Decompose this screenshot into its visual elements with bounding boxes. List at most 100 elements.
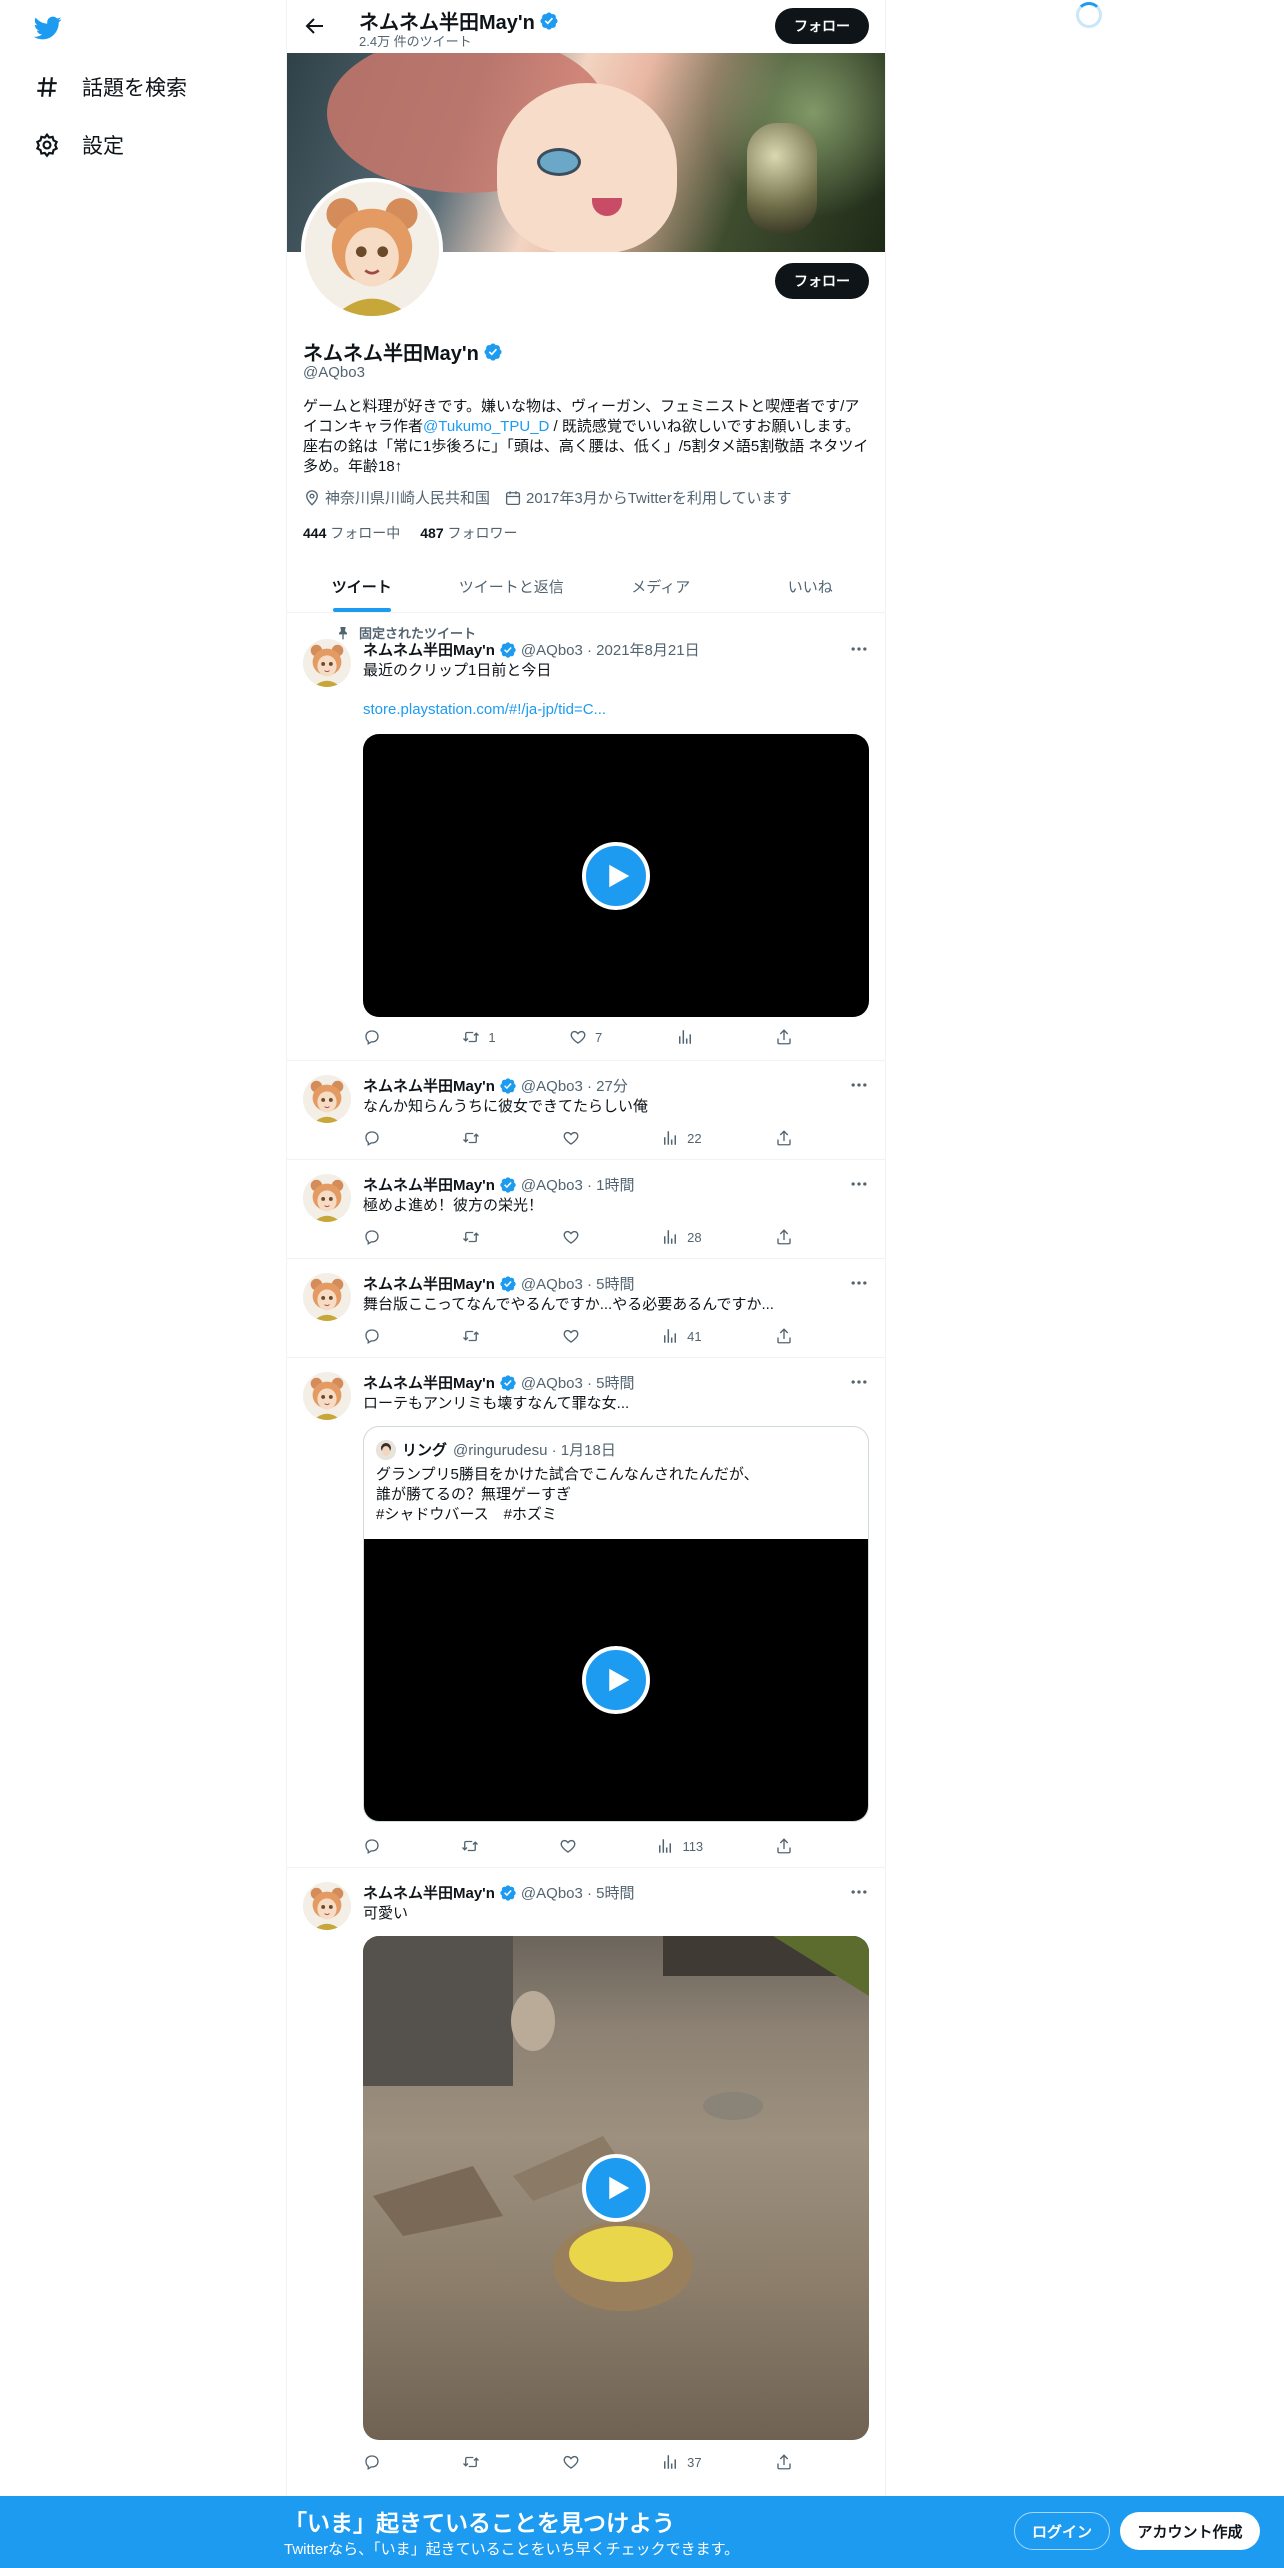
quoted-hashtags[interactable]: #シャドウバース #ホズミ bbox=[376, 1505, 759, 1525]
share-button[interactable] bbox=[775, 1327, 793, 1345]
quoted-video[interactable] bbox=[364, 1539, 868, 1821]
share-button[interactable] bbox=[775, 1028, 793, 1046]
share-icon bbox=[775, 2453, 793, 2471]
tweet-text: なんか知らんうちに彼女できてたらしい俺 bbox=[363, 1098, 649, 1115]
quoted-tweet[interactable]: リング @ringurudesu · 1月18日 グランプリ5勝目をかけた試合で… bbox=[363, 1426, 869, 1822]
share-button[interactable] bbox=[775, 1129, 793, 1147]
location-pin-icon bbox=[306, 489, 318, 506]
more-options-icon[interactable] bbox=[849, 639, 869, 659]
followers-link[interactable]: 487 フォロワー bbox=[420, 523, 517, 543]
profile-name-text: ネムネム半田May'n bbox=[303, 343, 479, 365]
nav-item-settings[interactable]: 設定 bbox=[34, 130, 124, 160]
tweet-avatar[interactable] bbox=[303, 1882, 351, 1930]
reply-button[interactable] bbox=[363, 1129, 389, 1147]
tweet[interactable]: 固定されたツイート ネムネム半田May'n @AQbo3 · 2021年8月21… bbox=[287, 613, 885, 1061]
bio-mention-link[interactable]: @Tukumo_TPU_D bbox=[423, 418, 549, 435]
like-button[interactable] bbox=[559, 1837, 585, 1855]
retweet-icon bbox=[462, 1028, 480, 1046]
share-icon bbox=[775, 1228, 793, 1246]
tweet[interactable]: ネムネム半田May'n @AQbo3 · 5時間 ローテもアンリミも壊すなんて罪… bbox=[287, 1358, 885, 1868]
tweet-author-name[interactable]: ネムネム半田May'n bbox=[363, 1882, 495, 1903]
retweet-button[interactable]: 1 bbox=[462, 1028, 496, 1046]
views-button[interactable]: 113 bbox=[656, 1837, 703, 1855]
tweet-avatar[interactable] bbox=[303, 1174, 351, 1222]
login-button[interactable]: ログイン bbox=[1014, 2512, 1110, 2550]
followers-label: フォロワー bbox=[447, 525, 518, 541]
more-options-icon[interactable] bbox=[849, 1372, 869, 1392]
verified-badge-icon bbox=[499, 1077, 517, 1095]
like-button[interactable]: 7 bbox=[569, 1028, 602, 1046]
following-link[interactable]: 444 フォロー中 bbox=[303, 523, 400, 543]
like-button[interactable] bbox=[562, 1228, 588, 1246]
views-button[interactable] bbox=[676, 1028, 702, 1046]
play-icon bbox=[603, 861, 633, 891]
header-follow-button[interactable]: フォロー bbox=[775, 8, 869, 44]
play-button[interactable] bbox=[582, 841, 650, 910]
nav-item-explore[interactable]: 話題を検索 bbox=[34, 72, 187, 102]
more-options-icon[interactable] bbox=[849, 1075, 869, 1095]
tweet[interactable]: ネムネム半田May'n @AQbo3 · 5時間 可愛い 37 bbox=[287, 1868, 885, 2496]
profile-bio: ゲームと料理が好きです。嫌いな物は、ヴィーガン、フェミニストと喫煙者です/アイコ… bbox=[303, 397, 869, 477]
follow-button[interactable]: フォロー bbox=[775, 263, 869, 299]
tab-media[interactable]: メディア bbox=[586, 560, 736, 612]
tweet-link[interactable]: store.playstation.com/#!/ja-jp/tid=C... bbox=[363, 701, 606, 718]
retweet-button[interactable] bbox=[462, 1228, 488, 1246]
tweet-avatar[interactable] bbox=[303, 1372, 351, 1420]
tweet-video[interactable] bbox=[363, 1936, 869, 2440]
views-count: 37 bbox=[687, 2454, 702, 2470]
reply-button[interactable] bbox=[363, 2453, 389, 2471]
like-button[interactable] bbox=[562, 2453, 588, 2471]
like-button[interactable] bbox=[562, 1327, 588, 1345]
more-options-icon[interactable] bbox=[849, 1174, 869, 1194]
share-icon bbox=[775, 1028, 793, 1046]
tweet-author-name[interactable]: ネムネム半田May'n bbox=[363, 1273, 495, 1294]
tweet-video[interactable] bbox=[363, 734, 869, 1017]
create-account-button[interactable]: アカウント作成 bbox=[1120, 2512, 1260, 2550]
play-button[interactable] bbox=[582, 2154, 650, 2222]
tweet-author-name[interactable]: ネムネム半田May'n bbox=[363, 1075, 495, 1096]
play-button[interactable] bbox=[582, 1646, 650, 1714]
tweet-author-name[interactable]: ネムネム半田May'n bbox=[363, 1174, 495, 1195]
retweet-button[interactable] bbox=[462, 1327, 488, 1345]
views-button[interactable]: 22 bbox=[661, 1129, 702, 1147]
views-icon bbox=[656, 1837, 674, 1855]
tab-likes[interactable]: いいね bbox=[736, 560, 886, 612]
more-options-icon[interactable] bbox=[849, 1273, 869, 1293]
more-options-icon[interactable] bbox=[849, 1882, 869, 1902]
tweet-avatar[interactable] bbox=[303, 639, 351, 687]
play-icon bbox=[603, 2173, 633, 2203]
share-button[interactable] bbox=[775, 2453, 793, 2471]
tweet-avatar[interactable] bbox=[303, 1273, 351, 1321]
profile-meta: 神奈川県川崎人民共和国 2017年3月からTwitterを利用しています bbox=[303, 487, 791, 508]
tweet-author-name[interactable]: ネムネム半田May'n bbox=[363, 639, 495, 660]
profile-avatar[interactable] bbox=[301, 178, 443, 320]
tweet[interactable]: ネムネム半田May'n @AQbo3 · 5時間 舞台版ここってなんでやるんです… bbox=[287, 1259, 885, 1358]
twitter-bird-icon[interactable] bbox=[32, 14, 64, 42]
heart-icon bbox=[569, 1028, 587, 1046]
back-arrow-icon[interactable] bbox=[303, 14, 327, 38]
reply-button[interactable] bbox=[363, 1228, 389, 1246]
reply-button[interactable] bbox=[363, 1028, 389, 1046]
retweet-button[interactable] bbox=[462, 2453, 488, 2471]
reply-button[interactable] bbox=[363, 1837, 389, 1855]
share-button[interactable] bbox=[775, 1837, 793, 1855]
retweet-button[interactable] bbox=[461, 1837, 487, 1855]
tweet-actions: 37 bbox=[363, 2452, 793, 2472]
calendar-icon bbox=[505, 490, 521, 505]
tweet-author-name[interactable]: ネムネム半田May'n bbox=[363, 1372, 495, 1393]
tweet-avatar[interactable] bbox=[303, 1075, 351, 1123]
header-tweet-count: 2.4万 件のツイート bbox=[359, 34, 472, 49]
views-button[interactable]: 41 bbox=[661, 1327, 702, 1345]
tweet[interactable]: ネムネム半田May'n @AQbo3 · 1時間 極めよ進め！彼方の栄光！ 28 bbox=[287, 1160, 885, 1259]
verified-badge-icon bbox=[499, 1275, 517, 1293]
views-button[interactable]: 28 bbox=[661, 1228, 702, 1246]
share-button[interactable] bbox=[775, 1228, 793, 1246]
reply-button[interactable] bbox=[363, 1327, 389, 1345]
views-button[interactable]: 37 bbox=[661, 2453, 702, 2471]
tweet-text: 最近のクリップ1日前と今日 bbox=[363, 662, 552, 679]
tweet[interactable]: ネムネム半田May'n @AQbo3 · 27分 なんか知らんうちに彼女できてた… bbox=[287, 1061, 885, 1160]
tab-tweets-and-replies[interactable]: ツイートと返信 bbox=[437, 560, 587, 612]
tab-tweets[interactable]: ツイート bbox=[287, 560, 437, 612]
retweet-button[interactable] bbox=[462, 1129, 488, 1147]
like-button[interactable] bbox=[562, 1129, 588, 1147]
